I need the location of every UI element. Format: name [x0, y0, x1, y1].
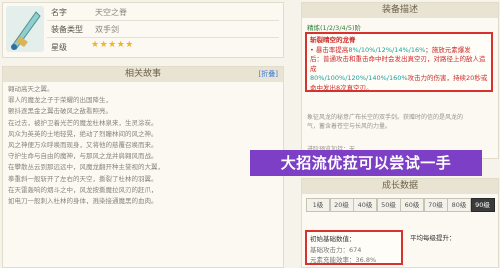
passive-line: 命中发出8次真空刃。	[310, 84, 488, 94]
level-button[interactable]: 20级	[329, 198, 354, 212]
weapon-name-value: 天空之脊	[95, 8, 127, 17]
level-selector: 1级 20级 40级 50级 60级 70级 80级 90级	[306, 198, 496, 212]
story-line: 风之神便万众呼唤而现身，又将他的慈覆召唤而来。	[8, 141, 158, 150]
story-line: 守护生命与自由的魔神，与那风之龙并肩翱风而战。	[8, 152, 158, 161]
equip-header: 装备描述	[302, 3, 498, 18]
level-button[interactable]: 90级	[470, 198, 495, 212]
story-title: 相关故事	[124, 69, 161, 79]
lore-line: 象征风龙的秘意广布长空的双手剑。获赠时的信的是风龙的	[307, 114, 464, 121]
rarity-stars: ★★★★★	[91, 40, 134, 50]
divider	[47, 37, 279, 38]
passive-name: 斩裂晴空的龙脊	[310, 36, 356, 44]
weapon-name-label: 名字	[51, 8, 67, 17]
passive-line: 80%/100%/120%/140%/160%攻击力的伤害，持续20秒或	[310, 74, 488, 84]
growth-header: 成长数据	[302, 179, 498, 194]
per-level-title: 平均每级提升：	[410, 234, 456, 242]
atk-row: 基础攻击力：674	[307, 244, 401, 254]
base-stats-box: 初始基础数值： 基础攻击力：674 元素充能效率：36.8%	[305, 230, 403, 265]
level-button[interactable]: 80级	[447, 198, 471, 212]
weapon-lore: 象征风龙的秘意广布长空的双手剑。获赠时的信的是风龙的 气，蓄含着苍空与长风的力量。	[307, 113, 493, 131]
story-panel: 相关故事 [折叠] 翱动高天之翼。 罪人的魔龙之子于荣耀的出国降生， 颤抖逐黑金…	[2, 66, 284, 268]
weapon-icon	[6, 6, 44, 52]
growth-panel: 成长数据 1级 20级 40级 50级 60级 70级 80级 90级 初始基础数值： 基础攻…	[301, 178, 499, 268]
sub-stat-label: 元素充能效率：	[310, 256, 356, 264]
weapon-rarity-label: 星级	[51, 43, 67, 52]
sub-stat-value: 36.8%	[355, 256, 377, 264]
refine-label: 精炼(1/2/3/4/5)阶	[307, 24, 362, 32]
story-line: 风众为英英的士地轻晃，绝动了烈瞳林间的风之神。	[8, 129, 158, 138]
passive-text: 命中发出8次真空刃。	[310, 83, 373, 92]
overlay-banner: 大招流优菈可以尝试一手	[250, 150, 482, 176]
passive-value: 8%/10%/12%/14%/16%	[348, 45, 426, 54]
passive-text: 攻击力的伤害，持续20秒或	[407, 74, 488, 82]
story-body: 翱动高天之翼。 罪人的魔龙之子于荣耀的出国降生， 颤抖逐黑金之翼击破风之敌看照亮…	[3, 82, 283, 205]
passive-value: 80%/100%/120%/140%/160%	[310, 74, 408, 82]
divider	[47, 20, 279, 21]
level-button[interactable]: 60级	[400, 198, 424, 212]
level-button[interactable]: 70级	[423, 198, 448, 212]
atk-value: 674	[349, 246, 362, 254]
story-line: 在过去，被护卫着光芒的魔龙杜林泉来，生灵涂炭。	[8, 118, 158, 127]
weapon-info-card: 名字 天空之脊 装备类型 双手剑 星级 ★★★★★	[2, 2, 284, 58]
passive-text: • 暴击率提高	[310, 45, 349, 54]
story-line: 拳重斜一般斩开了左右的天空，撕裂了杜林的羽翼。	[8, 174, 158, 183]
story-header: 相关故事 [折叠]	[3, 67, 283, 82]
weapon-type-value: 双手剑	[95, 25, 119, 34]
collapse-toggle[interactable]: [折叠]	[259, 67, 278, 82]
story-line: 翱动高天之翼。	[8, 85, 54, 93]
sub-stat-row: 元素充能效率：36.8%	[307, 254, 401, 264]
atk-label: 基础攻击力：	[310, 246, 349, 254]
passive-text: 后：普通攻击和重击命中时会发出真空刃，对路径上的敌人造成	[310, 55, 486, 73]
story-line: 在攀散丛云到那远远中，风魔龙翻开种主誉视的大翼，	[8, 163, 164, 172]
level-button[interactable]: 40级	[353, 198, 377, 212]
story-line: 在天雷轰响的烟斗之中，风龙按撕魔拉风刃的赶爪，	[8, 185, 158, 194]
story-line: 颤抖逐黑金之翼击破风之敌看照亮。	[8, 107, 112, 116]
passive-text: ；施放元素爆发	[425, 45, 471, 54]
equip-panel: 装备描述 精炼(1/2/3/4/5)阶 斩裂晴空的龙脊 • 暴击率提高8%/10…	[301, 2, 499, 159]
story-line: 罪人的魔龙之子于荣耀的出国降生，	[8, 96, 112, 105]
passive-line: 后：普通攻击和重击命中时会发出真空刃，对路径上的敌人造成	[310, 55, 488, 74]
base-stats-title: 初始基础数值：	[310, 235, 356, 243]
passive-line: • 暴击率提高8%/10%/12%/14%/16%；施放元素爆发	[310, 46, 488, 56]
lore-line: 气，蓄含着苍空与长风的力量。	[307, 123, 392, 130]
weapon-type-label: 装备类型	[51, 25, 83, 34]
passive-box: 斩裂晴空的龙脊 • 暴击率提高8%/10%/12%/14%/16%；施放元素爆发…	[305, 32, 493, 92]
passive-description: • 暴击率提高8%/10%/12%/14%/16%；施放元素爆发 后：普通攻击和重…	[310, 46, 488, 94]
story-line: 如电刀一般刺入杜林的身体，溅染接通魔黑的血肉。	[8, 197, 158, 206]
level-button[interactable]: 1级	[306, 198, 330, 212]
level-button[interactable]: 50级	[376, 198, 401, 212]
